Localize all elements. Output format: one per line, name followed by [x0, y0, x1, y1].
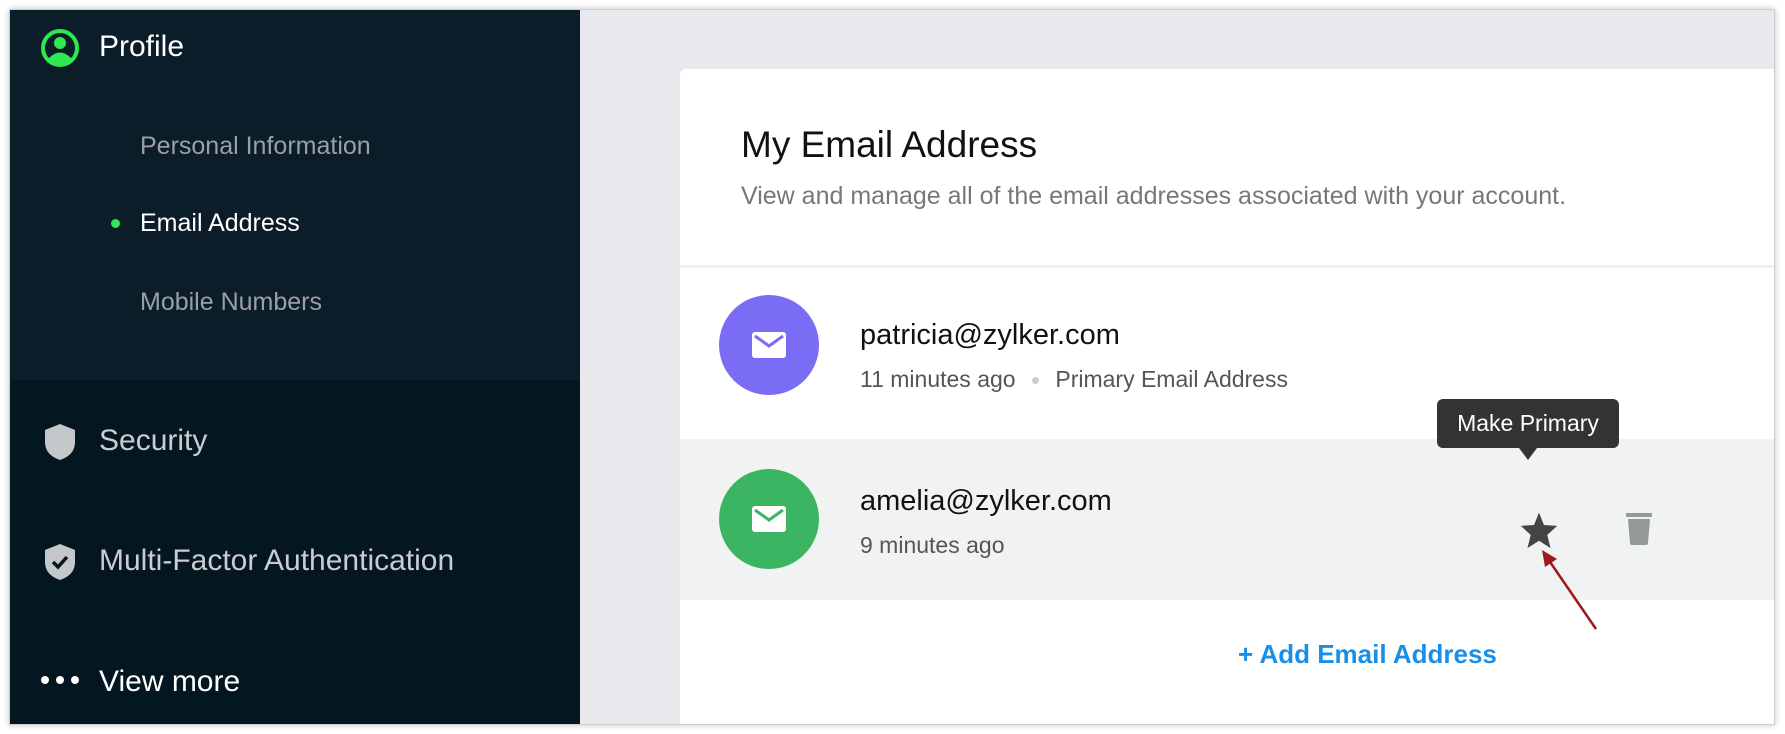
- sidebar-item-mobile-numbers[interactable]: Mobile Numbers: [140, 288, 322, 317]
- shield-icon: [45, 424, 75, 460]
- divider: [680, 265, 1774, 268]
- sidebar-profile-section: [10, 10, 580, 380]
- email-address: amelia@zylker.com: [860, 485, 1112, 517]
- sidebar-item-view-more[interactable]: View more: [99, 665, 240, 699]
- sidebar-item-security[interactable]: Security: [99, 424, 207, 458]
- user-circle-icon: [41, 29, 79, 67]
- envelope-icon: [752, 506, 786, 532]
- email-avatar: [719, 469, 819, 569]
- annotation-arrow: [1542, 550, 1598, 630]
- sidebar-item-personal-information[interactable]: Personal Information: [140, 132, 371, 161]
- primary-tag: Primary Email Address: [1055, 366, 1288, 392]
- sidebar-item-email-address[interactable]: Email Address: [140, 209, 300, 238]
- sidebar-item-profile[interactable]: Profile: [99, 30, 184, 64]
- sidebar: Profile Personal Information Email Addre…: [10, 10, 580, 724]
- email-address-card: My Email Address View and manage all of …: [680, 69, 1774, 724]
- email-avatar: [719, 295, 819, 395]
- email-row-hovered[interactable]: [680, 439, 1774, 600]
- email-time: 9 minutes ago: [860, 532, 1005, 558]
- star-icon[interactable]: [1519, 511, 1559, 549]
- more-dots-icon: [41, 676, 79, 684]
- envelope-icon: [752, 332, 786, 358]
- shield-check-icon: [45, 544, 75, 580]
- separator-dot: [1031, 377, 1039, 385]
- email-time: 11 minutes ago: [860, 366, 1016, 392]
- active-indicator-dot: [111, 219, 120, 228]
- page-subtitle: View and manage all of the email address…: [741, 182, 1567, 210]
- make-primary-tooltip: Make Primary: [1437, 399, 1619, 460]
- trash-icon[interactable]: [1626, 511, 1652, 545]
- sidebar-item-mfa[interactable]: Multi-Factor Authentication: [99, 544, 454, 578]
- app-window: Profile Personal Information Email Addre…: [9, 9, 1775, 725]
- email-address: patricia@zylker.com: [860, 319, 1120, 351]
- add-email-address-link[interactable]: + Add Email Address: [1238, 639, 1497, 670]
- email-meta: 11 minutes ago Primary Email Address: [860, 366, 1288, 393]
- page-title: My Email Address: [741, 124, 1038, 165]
